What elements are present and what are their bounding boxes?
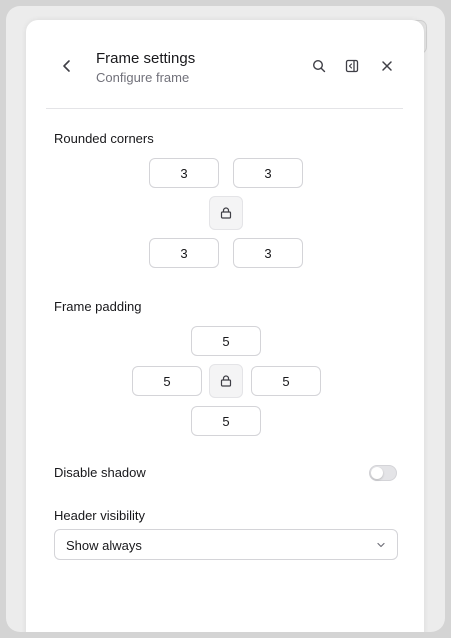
padding-lock-button[interactable] — [209, 364, 243, 398]
disable-shadow-toggle[interactable] — [369, 465, 397, 481]
header-visibility-label: Header visibility — [54, 508, 146, 523]
padding-left-input[interactable] — [132, 366, 202, 396]
toggle-sidebar-button[interactable] — [340, 54, 364, 78]
panel-subtitle: Configure frame — [96, 70, 190, 85]
panel-title: Frame settings — [96, 50, 196, 67]
close-button[interactable] — [375, 54, 399, 78]
chevron-left-icon — [63, 60, 70, 72]
panel-header: Frame settings Configure frame — [26, 20, 424, 108]
corner-top-right-input[interactable] — [233, 158, 303, 188]
panel-left-icon — [345, 59, 359, 73]
frame-padding-label: Frame padding — [54, 299, 142, 314]
lock-icon — [220, 375, 232, 387]
header-divider — [46, 108, 403, 109]
header-visibility-select[interactable]: Show always — [54, 529, 398, 560]
header-visibility-value: Show always — [66, 538, 142, 553]
app-window: Frame settings Configure frame Rounded c… — [6, 6, 445, 632]
toggle-knob — [371, 467, 383, 479]
search-icon — [312, 59, 326, 73]
corner-top-left-input[interactable] — [149, 158, 219, 188]
lock-icon — [220, 207, 232, 219]
padding-top-input[interactable] — [191, 326, 261, 356]
corners-lock-button[interactable] — [209, 196, 243, 230]
rounded-corners-label: Rounded corners — [54, 131, 154, 146]
chevron-down-icon — [377, 542, 385, 548]
frame-settings-panel: Frame settings Configure frame Rounded c… — [26, 20, 424, 632]
back-button[interactable] — [55, 54, 79, 78]
padding-right-input[interactable] — [251, 366, 321, 396]
padding-bottom-input[interactable] — [191, 406, 261, 436]
close-icon — [382, 61, 392, 71]
corner-bottom-left-input[interactable] — [149, 238, 219, 268]
corner-bottom-right-input[interactable] — [233, 238, 303, 268]
search-button[interactable] — [307, 54, 331, 78]
disable-shadow-label: Disable shadow — [54, 465, 146, 480]
